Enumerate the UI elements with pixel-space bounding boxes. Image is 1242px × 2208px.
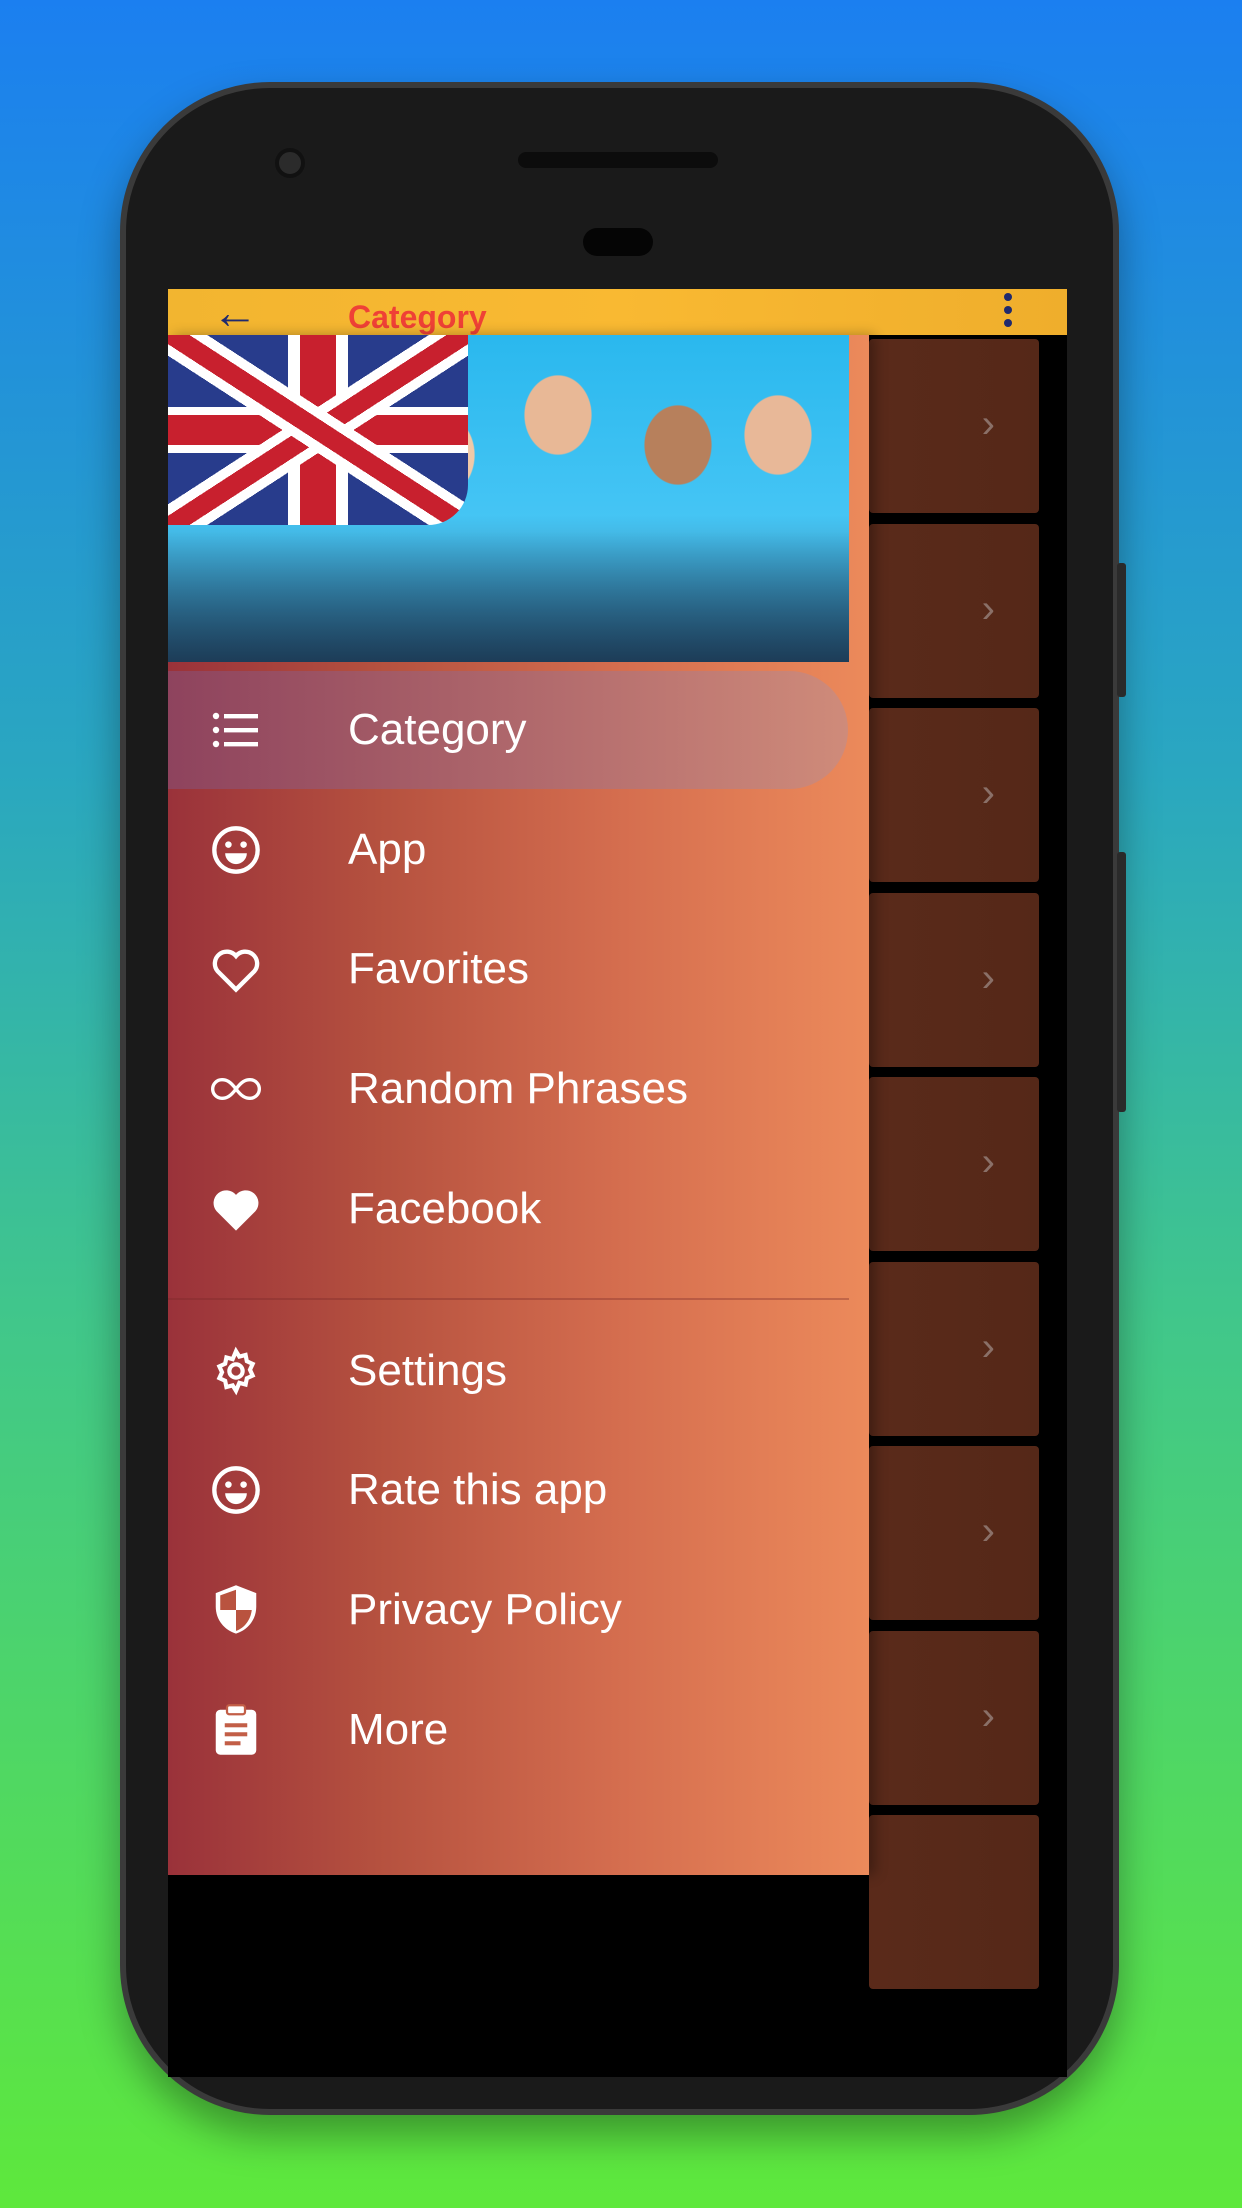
volume-button (1117, 852, 1126, 1112)
chevron-right-icon: › (981, 1509, 995, 1553)
drawer-item-settings[interactable]: Settings (168, 1312, 848, 1430)
app-bar: ← Category (168, 289, 1067, 335)
drawer-item-label: Settings (348, 1346, 507, 1395)
drawer-header-image (168, 335, 849, 662)
chevron-right-icon: › (981, 586, 995, 631)
category-card[interactable]: › (869, 892, 1039, 1067)
chevron-right-icon: › (981, 1693, 995, 1738)
drawer-item-label: Privacy Policy (348, 1585, 622, 1634)
heart-outline-icon (208, 941, 264, 997)
category-card[interactable]: › (869, 523, 1039, 698)
drawer-item-random-phrases[interactable]: Random Phrases (168, 1030, 848, 1148)
category-card[interactable]: › (869, 339, 1039, 513)
category-card[interactable]: › (869, 708, 1039, 882)
drawer-divider (168, 1298, 849, 1300)
category-card[interactable]: › (869, 1261, 1039, 1436)
drawer-item-label: Favorites (348, 944, 529, 993)
chevron-right-icon: › (981, 1140, 995, 1184)
clipboard-icon (208, 1702, 264, 1758)
drawer-item-label: Category (348, 705, 527, 754)
chevron-right-icon: › (981, 771, 995, 815)
category-card[interactable] (869, 1815, 1039, 1989)
chevron-right-icon: › (981, 402, 995, 446)
heart-filled-icon (208, 1181, 264, 1237)
list-icon (208, 702, 264, 758)
page-title: Category (348, 299, 487, 335)
drawer-item-privacy-policy[interactable]: Privacy Policy (168, 1551, 848, 1669)
screen: ← Category › › › › › › › › Category App Favorit… (168, 289, 1067, 2077)
chevron-right-icon: › (981, 1324, 995, 1369)
front-camera (275, 148, 305, 178)
uk-flag (168, 335, 468, 525)
infinity-icon (208, 1061, 264, 1117)
category-card[interactable]: › (869, 1077, 1039, 1251)
drawer-item-label: Rate this app (348, 1465, 608, 1514)
drawer-item-rate-app[interactable]: Rate this app (168, 1431, 848, 1549)
power-button (1117, 563, 1126, 697)
drawer-item-favorites[interactable]: Favorites (168, 910, 848, 1028)
arrow-left-icon[interactable]: ← (212, 289, 258, 335)
drawer-item-app[interactable]: App (168, 791, 848, 909)
drawer-item-label: More (348, 1705, 449, 1754)
gear-icon (208, 1343, 264, 1399)
drawer-item-label: Facebook (348, 1184, 542, 1233)
sensor (583, 228, 653, 256)
speaker-grille (518, 152, 718, 168)
navigation-drawer: Category App Favorites Random Phrases Fa… (168, 335, 869, 1875)
drawer-item-facebook[interactable]: Facebook (168, 1150, 848, 1268)
drawer-item-label: App (348, 825, 427, 874)
drawer-item-more[interactable]: More (168, 1671, 848, 1789)
chevron-right-icon: › (981, 955, 995, 1000)
drawer-item-label: Random Phrases (348, 1064, 688, 1113)
category-card[interactable]: › (869, 1630, 1039, 1805)
smiley-icon (208, 822, 264, 878)
category-card[interactable]: › (869, 1446, 1039, 1620)
drawer-item-category[interactable]: Category (168, 671, 848, 789)
more-vert-icon[interactable] (1004, 293, 1016, 327)
shield-icon (208, 1582, 264, 1638)
smiley-icon (208, 1462, 264, 1518)
